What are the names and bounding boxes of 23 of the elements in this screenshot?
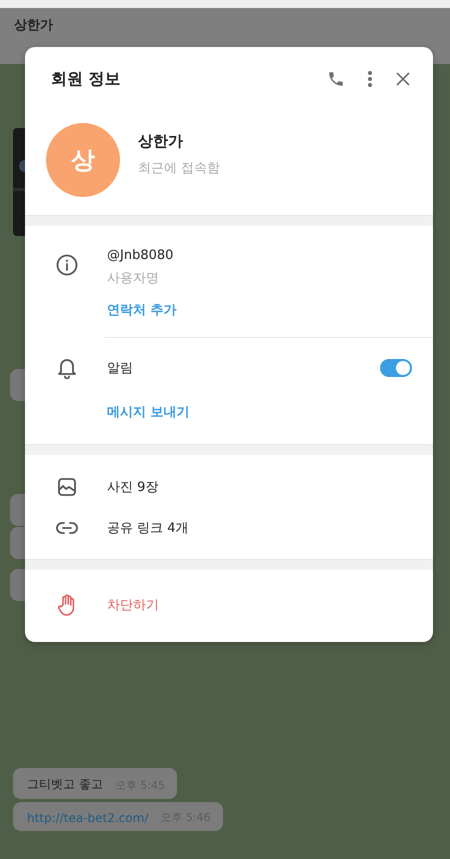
send-message-link[interactable]: 메시지 보내기 (107, 403, 190, 421)
hand-icon (58, 594, 76, 616)
picture-icon (57, 477, 77, 497)
info-icon (56, 254, 78, 276)
bell-icon (57, 357, 77, 379)
profile-status: 최근에 접속함 (138, 160, 220, 176)
profile-name: 상한가 (138, 132, 184, 150)
add-contact-link[interactable]: 연락처 추가 (107, 301, 177, 319)
more-icon (367, 70, 373, 88)
username: @Jnb8080 (107, 248, 174, 263)
username-caption: 사용자명 (107, 270, 160, 287)
close-icon (395, 71, 411, 87)
message-text: 그티벳고 좋고 (27, 776, 103, 793)
notifications-toggle[interactable] (380, 359, 412, 377)
media-item[interactable]: 사진 9장 (107, 478, 158, 496)
dialog-title: 회원 정보 (51, 68, 122, 90)
media-item[interactable]: 공유 링크 4개 (107, 519, 189, 537)
phone-icon (327, 70, 345, 88)
block-user-action[interactable]: 차단하기 (107, 596, 159, 614)
chat-title: 상한가 (14, 17, 54, 34)
avatar: 상 (46, 123, 120, 197)
notifications-label: 알림 (107, 360, 134, 377)
link-icon (56, 521, 78, 535)
